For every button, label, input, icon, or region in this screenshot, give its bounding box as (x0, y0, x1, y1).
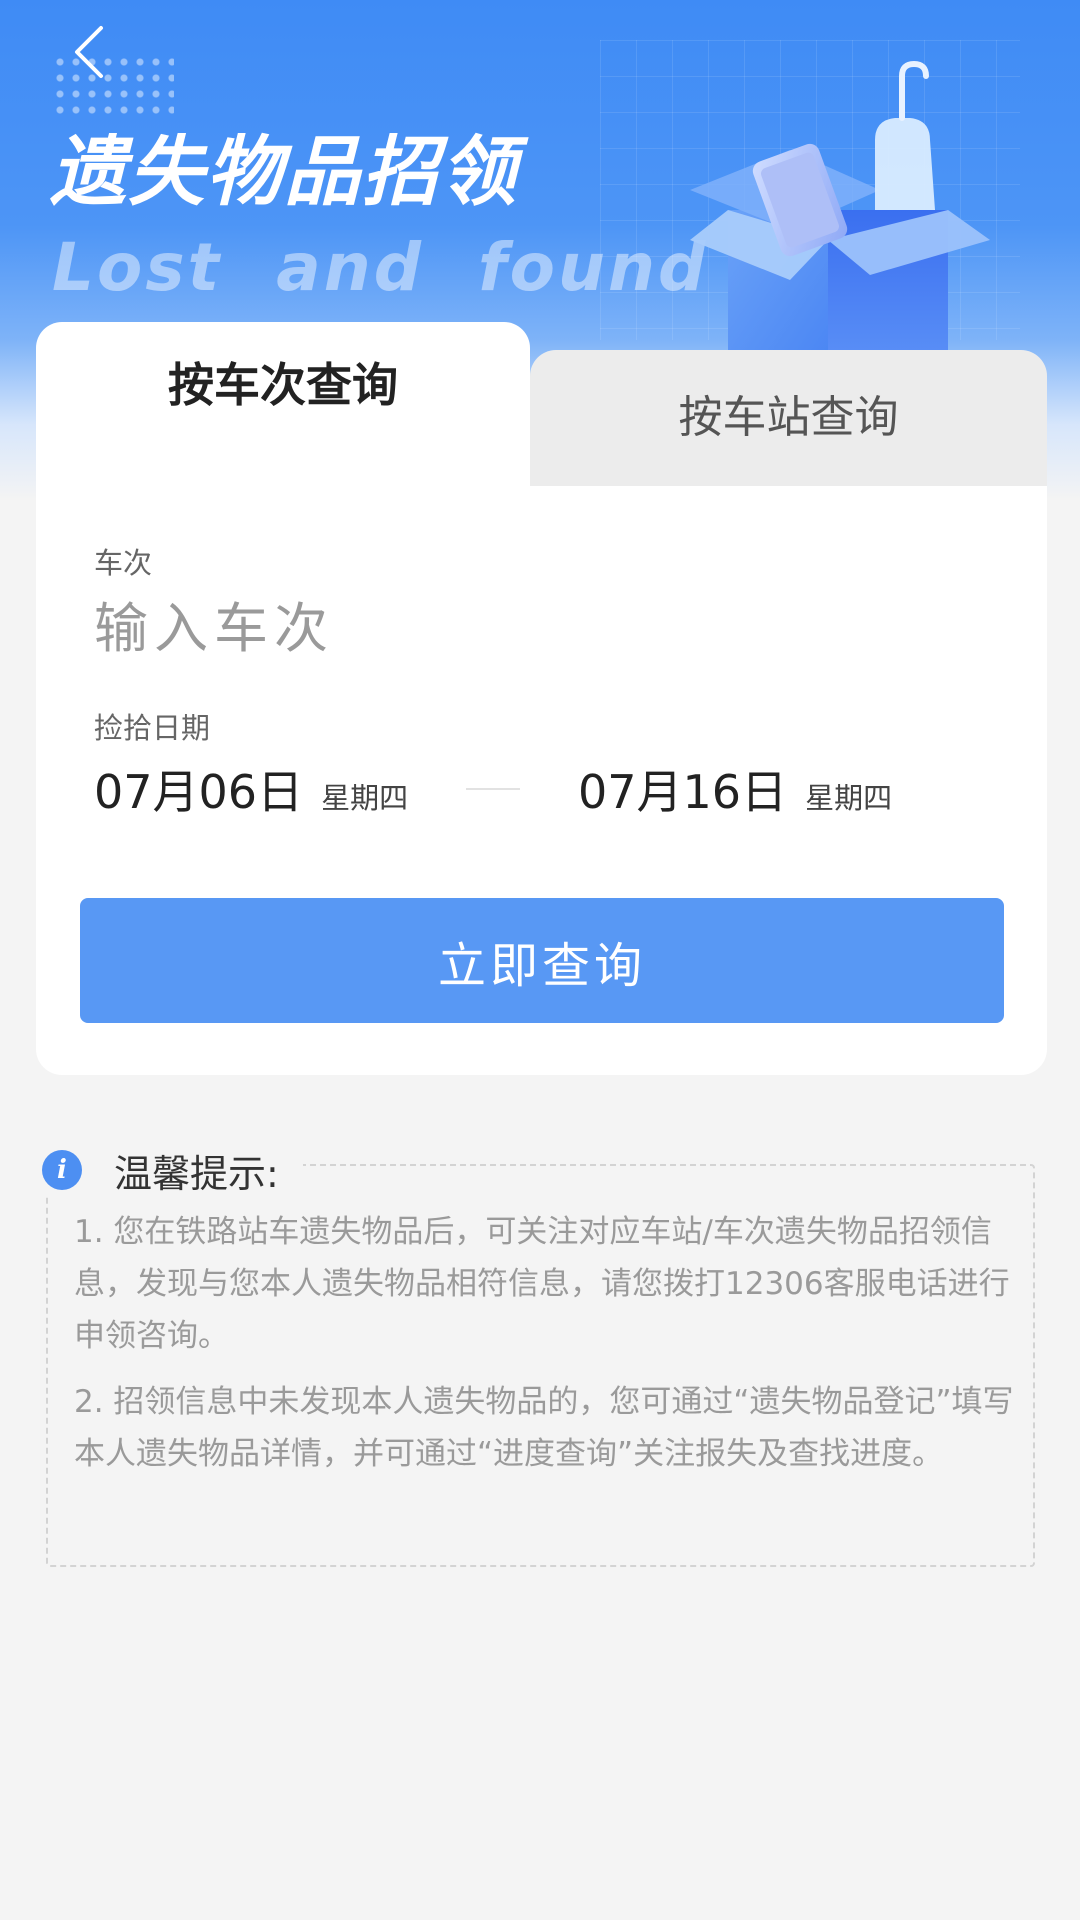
tips-title: 温馨提示: (114, 1151, 279, 1196)
back-button[interactable] (58, 16, 118, 88)
tip-item-1: 1. 您在铁路站车遗失物品后，可关注对应车站/车次遗失物品招领信息，发现与您本人… (74, 1214, 1010, 1354)
tab-by-train[interactable]: 按车次查询 (36, 322, 530, 492)
page-title: 遗失物品招领 (50, 127, 518, 216)
tab-by-station-label: 按车站查询 (678, 392, 899, 443)
train-number-input[interactable] (94, 578, 974, 678)
page-subtitle: Lost and found (52, 229, 709, 306)
tab-by-station[interactable]: 按车站查询 (530, 350, 1047, 508)
end-weekday: 星期四 (805, 781, 893, 815)
end-date: 07月16日 (578, 765, 788, 819)
info-icon: i (42, 1150, 82, 1190)
start-date: 07月06日 (94, 765, 304, 819)
start-weekday: 星期四 (321, 781, 409, 815)
tip-item-2: 2. 招领信息中未发现本人遗失物品的，您可通过“遗失物品登记”填写本人遗失物品详… (74, 1384, 1014, 1472)
tips-header: i 温馨提示: (42, 1144, 303, 1196)
date-range-separator (466, 788, 520, 790)
search-button[interactable]: 立即查询 (80, 898, 1004, 1023)
lost-box-illustration (690, 60, 990, 360)
end-date-picker[interactable]: 07月16日 星期四 (578, 756, 892, 822)
train-field-label: 车次 (94, 546, 153, 580)
tab-by-train-label: 按车次查询 (168, 358, 398, 412)
chevron-left-icon (75, 26, 103, 78)
pickup-date-label: 捡拾日期 (94, 711, 211, 745)
start-date-picker[interactable]: 07月06日 星期四 (94, 756, 408, 822)
